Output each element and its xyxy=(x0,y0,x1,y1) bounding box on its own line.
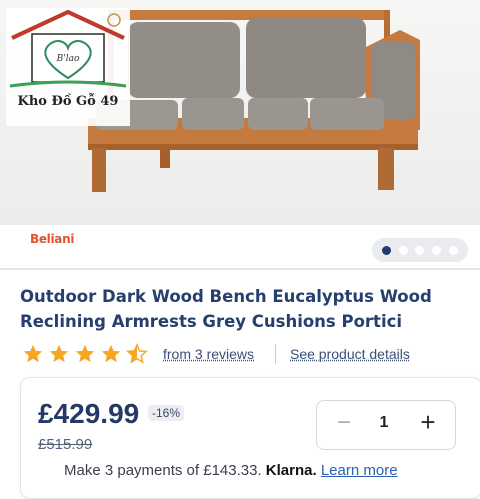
gallery-dot[interactable] xyxy=(415,245,425,255)
discount-badge: -16% xyxy=(148,405,185,421)
star-full-icon xyxy=(49,344,69,363)
original-price: £515.99 xyxy=(38,436,93,453)
star-full-icon xyxy=(101,344,121,363)
payments-text: Make 3 payments of £143.33. xyxy=(64,462,262,479)
watermark-caption: Kho Đồ Gỗ 49 xyxy=(17,94,119,109)
gallery-dot[interactable] xyxy=(398,245,408,255)
divider xyxy=(275,344,276,364)
gallery-dot[interactable] xyxy=(449,245,459,255)
star-full-icon xyxy=(23,344,43,363)
rating-stars xyxy=(22,342,152,366)
product-title: Outdoor Dark Wood Bench Eucalyptus Wood … xyxy=(20,284,460,334)
star-half-icon xyxy=(126,343,148,364)
klarna-payments: Make 3 payments of £143.33. Klarna. Lear… xyxy=(64,462,398,479)
product-title-line: Reclining Armrests Grey Cushions Portici xyxy=(20,312,403,331)
gallery-pagination[interactable] xyxy=(372,238,468,262)
reviews-link[interactable]: from 3 reviews xyxy=(163,346,254,362)
product-details-link[interactable]: See product details xyxy=(290,346,410,362)
klarna-logo: Klarna. xyxy=(265,462,317,479)
house-heart-logo-icon xyxy=(9,10,127,88)
increase-quantity-button[interactable]: + xyxy=(414,406,442,438)
watermark-logo: B'lao Kho Đồ Gỗ 49 xyxy=(6,8,130,126)
product-title-line: Outdoor Dark Wood Bench Eucalyptus Wood xyxy=(20,287,432,306)
watermark-monogram: B'lao xyxy=(56,54,80,64)
divider xyxy=(0,268,480,270)
gallery-dot[interactable] xyxy=(432,245,442,255)
learn-more-link[interactable]: Learn more xyxy=(321,462,398,479)
gallery-dot-active[interactable] xyxy=(381,245,391,255)
decrease-quantity-button[interactable]: − xyxy=(332,408,356,438)
quantity-value[interactable]: 1 xyxy=(372,414,396,432)
star-full-icon xyxy=(75,344,95,363)
brand-logo: Beliani xyxy=(30,232,75,246)
current-price: £429.99 xyxy=(38,398,140,429)
